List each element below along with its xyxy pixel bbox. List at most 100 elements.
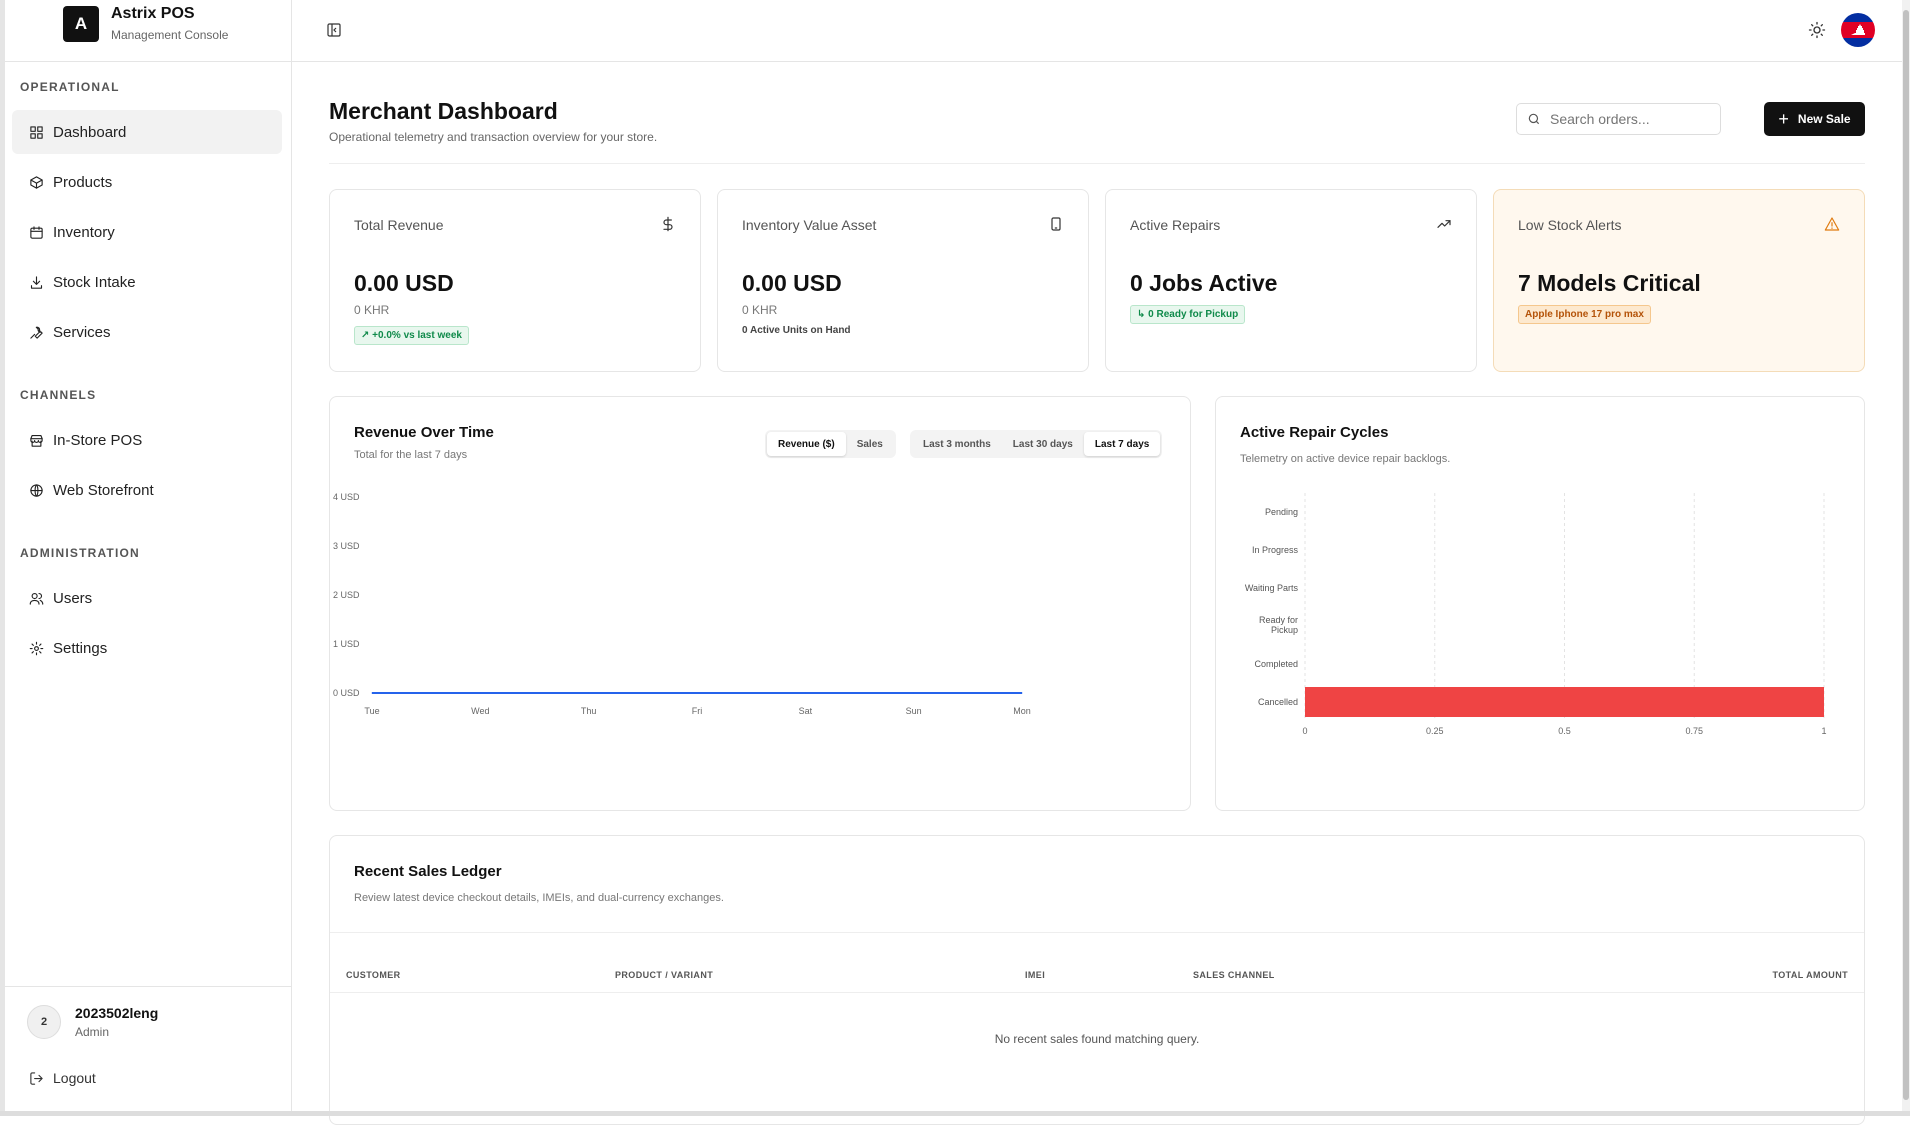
warning-icon <box>1824 216 1840 232</box>
stat-label: Low Stock Alerts <box>1518 217 1622 233</box>
sidebar-item-label: Inventory <box>53 223 115 241</box>
new-sale-button[interactable]: + New Sale <box>1764 102 1865 136</box>
sidebar-item-in-store-pos[interactable]: In-Store POS <box>12 418 282 462</box>
dollar-icon <box>660 216 676 232</box>
x-tick-label: 0 <box>1302 726 1307 736</box>
stat-label: Inventory Value Asset <box>742 217 877 233</box>
y-tick-label: 2 USD <box>333 590 360 600</box>
stat-sub: 0 KHR <box>742 303 778 317</box>
column-header-product[interactable]: PRODUCT / VARIANT <box>615 970 713 980</box>
sidebar-item-label: Stock Intake <box>53 273 136 291</box>
category-label: Pickup <box>1271 625 1298 635</box>
y-tick-label: 3 USD <box>333 541 360 551</box>
gear-icon <box>28 640 44 656</box>
search-icon <box>1528 113 1540 125</box>
sidebar-item-label: In-Store POS <box>53 431 143 449</box>
x-tick-label: Thu <box>581 706 597 716</box>
range-option-3-months[interactable]: Last 3 months <box>912 432 1002 456</box>
download-icon <box>28 274 44 290</box>
users-icon <box>28 590 44 606</box>
revenue-chart-title: Revenue Over Time <box>354 424 494 441</box>
range-option-7-days[interactable]: Last 7 days <box>1083 432 1161 456</box>
sidebar-item-products[interactable]: Products <box>12 160 282 204</box>
sidebar-item-label: Products <box>53 173 113 191</box>
column-header-sales-channel[interactable]: SALES CHANNEL <box>1193 970 1275 980</box>
stat-sub: 0 KHR <box>354 303 390 317</box>
sidebar-item-label: Settings <box>53 639 108 657</box>
category-label: Ready for <box>1259 615 1298 625</box>
sidebar-toggle-icon[interactable] <box>326 22 342 38</box>
page-subtitle: Operational telemetry and transaction ov… <box>329 130 658 144</box>
stat-label: Total Revenue <box>354 217 444 233</box>
column-header-total-amount[interactable]: TOTAL AMOUNT <box>1773 970 1848 980</box>
metric-toggle: Revenue ($) Sales <box>765 430 896 458</box>
header-divider <box>329 163 1865 164</box>
phone-icon <box>1048 216 1064 232</box>
range-option-30-days[interactable]: Last 30 days <box>1002 432 1084 456</box>
x-tick-label: 0.5 <box>1558 726 1571 736</box>
sidebar-item-users[interactable]: Users <box>12 576 282 620</box>
brand-logo[interactable]: A <box>63 6 99 42</box>
scrollbar-thumb[interactable] <box>1903 10 1909 1100</box>
stat-value: 0.00 USD <box>354 270 454 296</box>
window-bottom-edge <box>0 1111 1910 1116</box>
stat-value: 0.00 USD <box>742 270 842 296</box>
cambodia-flag-icon[interactable] <box>1841 13 1875 47</box>
search-input[interactable] <box>1550 111 1710 127</box>
top-bar <box>292 0 1902 62</box>
x-tick-label: 0.25 <box>1426 726 1444 736</box>
table-header-divider <box>330 992 1864 993</box>
sales-ledger-panel: Recent Sales Ledger Review latest device… <box>329 835 1865 1125</box>
stat-value: 0 Jobs Active <box>1130 270 1278 296</box>
ledger-title: Recent Sales Ledger <box>354 863 502 880</box>
stat-value: 7 Models Critical <box>1518 270 1701 296</box>
theme-toggle-icon[interactable] <box>1808 21 1826 39</box>
section-title-administration: ADMINISTRATION <box>20 546 140 560</box>
page-title: Merchant Dashboard <box>329 98 558 124</box>
main-content: Merchant Dashboard Operational telemetry… <box>292 62 1902 1125</box>
column-header-customer[interactable]: CUSTOMER <box>346 970 401 980</box>
column-header-imei[interactable]: IMEI <box>1025 970 1045 980</box>
plus-icon: + <box>1778 109 1789 129</box>
revenue-data-point <box>913 692 915 694</box>
logout-button[interactable]: Logout <box>29 1070 96 1086</box>
repair-bar <box>1305 687 1824 717</box>
ledger-divider <box>330 932 1864 933</box>
x-tick-label: Sun <box>906 706 922 716</box>
sidebar-item-stock-intake[interactable]: Stock Intake <box>12 260 282 304</box>
low-stock-badge: Apple Iphone 17 pro max <box>1518 305 1651 324</box>
sidebar-item-label: Dashboard <box>53 123 127 141</box>
stat-card-active-repairs: Active Repairs 0 Jobs Active ↳ 0 Ready f… <box>1105 189 1477 372</box>
brand-header: A Astrix POS Management Console <box>5 0 292 62</box>
revenue-chart-panel: Revenue Over Time Total for the last 7 d… <box>329 396 1191 811</box>
sidebar-item-inventory[interactable]: Inventory <box>12 210 282 254</box>
x-tick-label: Sat <box>799 706 813 716</box>
revenue-data-point <box>696 692 698 694</box>
metric-option-revenue[interactable]: Revenue ($) <box>767 432 846 456</box>
avatar[interactable]: 2 <box>27 1005 61 1039</box>
y-tick-label: 1 USD <box>333 639 360 649</box>
section-title-channels: CHANNELS <box>20 388 97 402</box>
scrollbar[interactable] <box>1902 0 1910 1116</box>
sidebar-item-web-storefront[interactable]: Web Storefront <box>12 468 282 512</box>
sidebar-item-settings[interactable]: Settings <box>12 626 282 670</box>
user-role: Admin <box>75 1025 110 1039</box>
x-tick-label: Tue <box>364 706 379 716</box>
wrench-icon <box>28 324 44 340</box>
metric-option-sales[interactable]: Sales <box>846 432 894 456</box>
search-box[interactable] <box>1516 103 1721 135</box>
category-label: Completed <box>1254 659 1298 669</box>
ledger-subtitle: Review latest device checkout details, I… <box>354 892 724 904</box>
logout-label: Logout <box>53 1070 96 1086</box>
globe-icon <box>28 482 44 498</box>
sidebar-item-label: Services <box>53 323 111 341</box>
sidebar-item-label: Users <box>53 589 93 607</box>
dashboard-icon <box>28 124 44 140</box>
sidebar-item-dashboard[interactable]: Dashboard <box>12 110 282 154</box>
new-sale-label: New Sale <box>1797 112 1851 126</box>
revenue-data-point <box>479 692 481 694</box>
brand-subtitle: Management Console <box>111 28 229 42</box>
sidebar-item-services[interactable]: Services <box>12 310 282 354</box>
box-icon <box>28 174 44 190</box>
brand-title: Astrix POS <box>111 5 195 22</box>
